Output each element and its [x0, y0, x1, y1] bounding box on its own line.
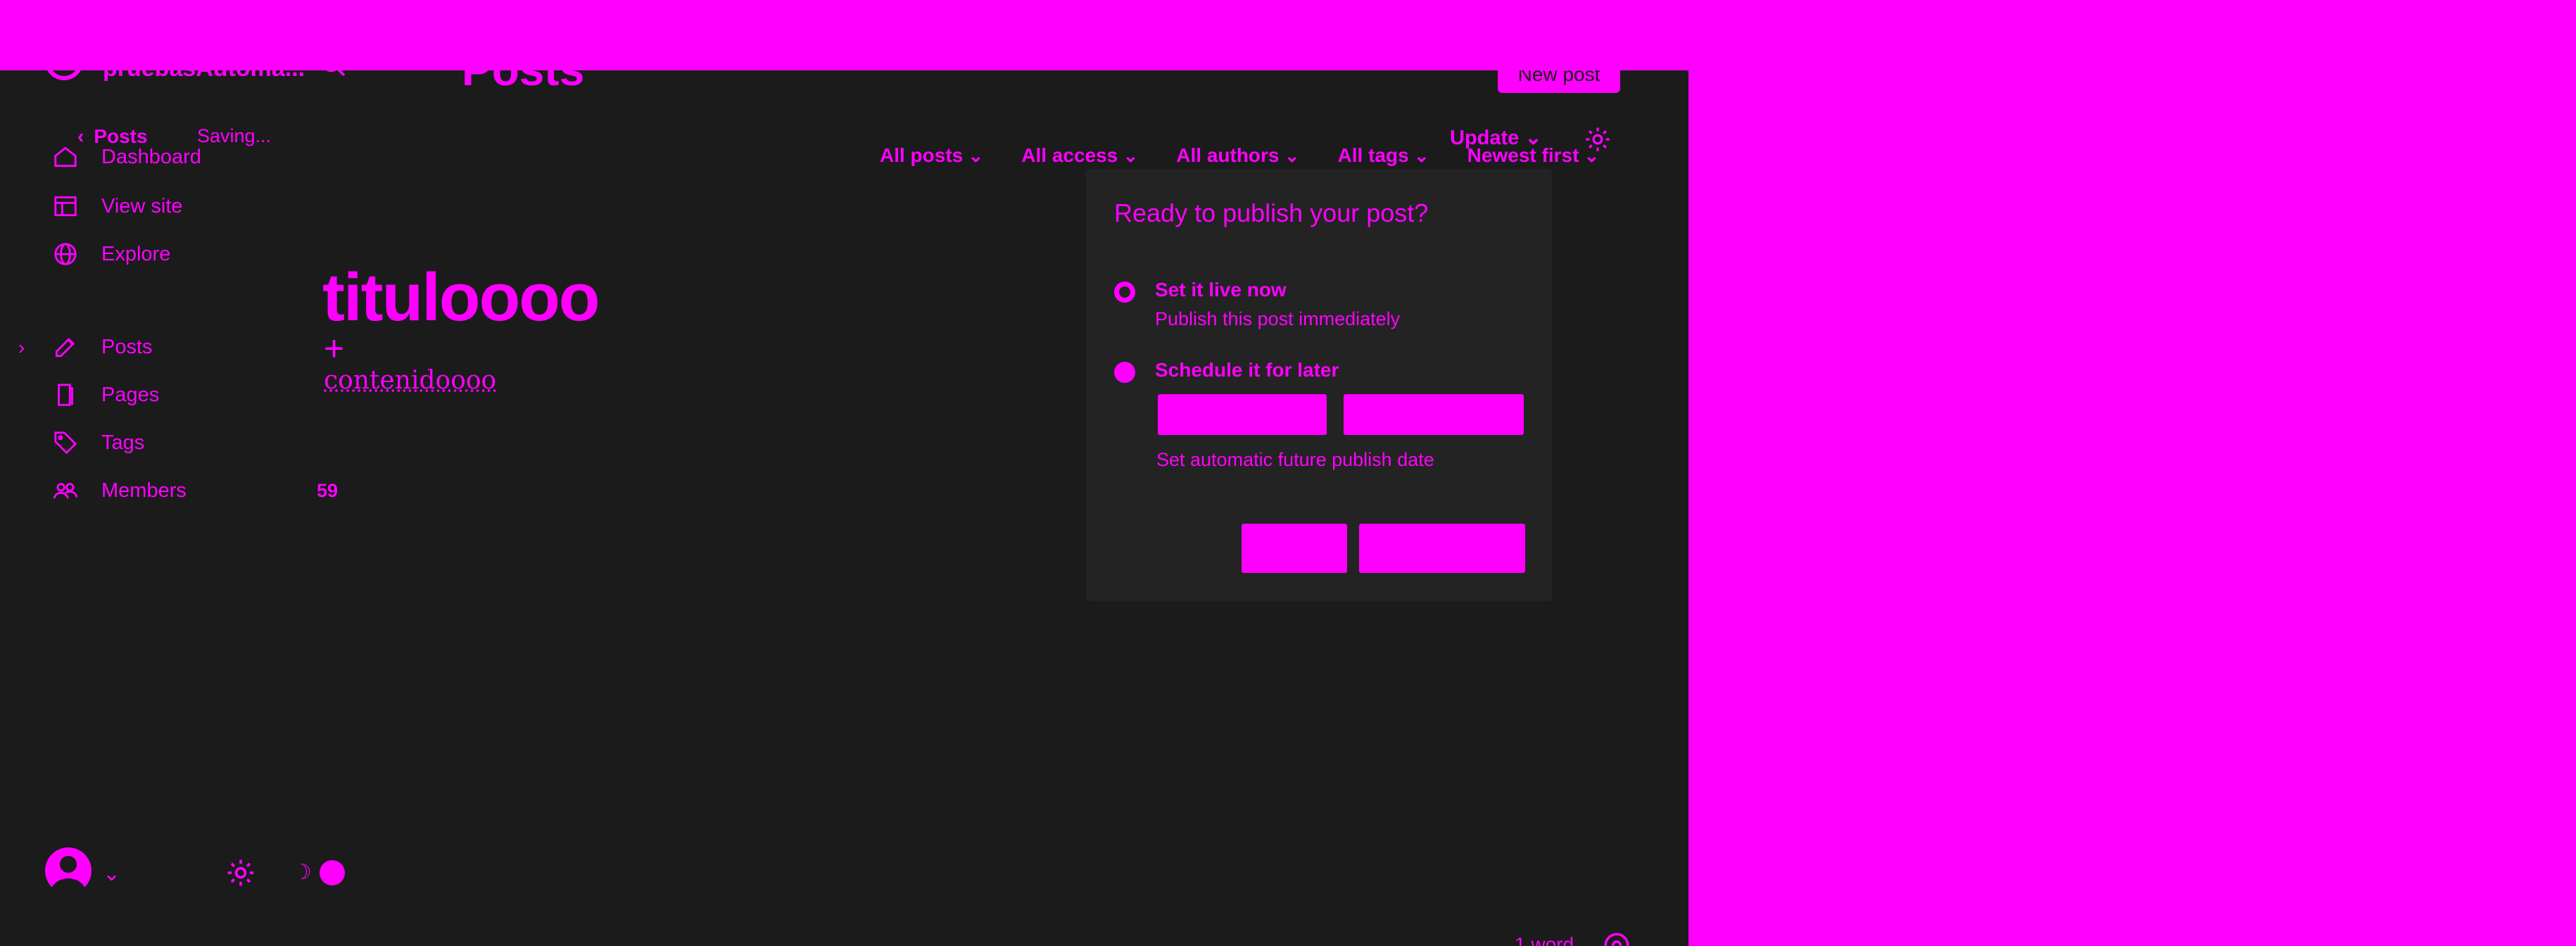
sidebar-item-posts[interactable]: Posts	[52, 334, 153, 360]
radio-selected[interactable]	[1114, 282, 1135, 303]
filter-all-posts[interactable]: All posts	[880, 144, 983, 167]
cancel-button[interactable]	[1242, 524, 1347, 573]
sidebar-item-dashboard[interactable]: Dashboard	[52, 144, 201, 170]
chevron-down-icon[interactable]: ⌄	[103, 862, 120, 886]
option-publish-now[interactable]: Set it live now Publish this post immedi…	[1114, 279, 1400, 330]
publish-button[interactable]	[1359, 524, 1525, 573]
publish-dropdown: Ready to publish your post? Set it live …	[1086, 169, 1552, 601]
schedule-time-input[interactable]	[1344, 394, 1524, 435]
sidebar-item-label: Pages	[101, 383, 160, 406]
moon-icon: ☽	[293, 861, 312, 884]
filter-all-access[interactable]: All access	[1021, 144, 1138, 167]
user-avatar[interactable]	[45, 847, 91, 894]
posts-filter-bar: All posts All access All authors All tag…	[880, 144, 1599, 167]
layout-icon	[54, 196, 77, 217]
dark-mode-toggle[interactable]	[320, 860, 345, 885]
globe-icon	[54, 243, 77, 265]
schedule-date-input[interactable]	[1158, 394, 1327, 435]
post-title-input[interactable]: tituloooo	[322, 259, 600, 336]
chevron-right-icon[interactable]: ›	[18, 336, 25, 359]
sidebar-item-label: Members	[101, 479, 187, 502]
sidebar-item-pages[interactable]: Pages	[52, 381, 159, 408]
filter-all-tags[interactable]: All tags	[1338, 144, 1429, 167]
option-now-description: Publish this post immediately	[1155, 308, 1401, 329]
settings-gear-icon[interactable]	[225, 857, 256, 888]
option-now-title: Set it live now	[1155, 279, 1287, 301]
sidebar-item-label: View site	[101, 194, 183, 217]
save-status: Saving...	[197, 125, 272, 146]
ghost-admin-app: pruebasAutoma... Posts New post ‹ Posts …	[0, 0, 1688, 946]
help-icon[interactable]	[1602, 931, 1631, 946]
option-later-title: Schedule it for later	[1155, 359, 1339, 381]
sidebar-item-members[interactable]: Members	[52, 477, 187, 504]
sort-order[interactable]: Newest first	[1467, 144, 1600, 167]
members-count-badge: 59	[317, 480, 339, 501]
members-icon	[53, 483, 78, 499]
tag-icon	[54, 431, 77, 455]
page-icon	[58, 384, 73, 406]
sidebar-item-view-site[interactable]: View site	[52, 193, 183, 220]
edit-icon	[55, 337, 75, 358]
sidebar-item-label: Dashboard	[101, 145, 201, 168]
post-content-editor[interactable]: contenidoooo	[324, 366, 496, 395]
sidebar-item-label: Tags	[101, 431, 145, 454]
filter-all-authors[interactable]: All authors	[1176, 144, 1299, 167]
publish-title: Ready to publish your post?	[1114, 198, 1429, 227]
sidebar-item-tags[interactable]: Tags	[52, 429, 144, 456]
sidebar-item-explore[interactable]: Explore	[52, 241, 170, 267]
add-card-plus-icon[interactable]: +	[324, 331, 344, 366]
word-count: 1 word	[1515, 933, 1574, 946]
option-schedule-later[interactable]: Schedule it for later	[1114, 359, 1339, 383]
radio-unselected[interactable]	[1114, 362, 1135, 383]
schedule-hint: Set automatic future publish date	[1156, 449, 1434, 470]
top-overlay-bar	[0, 0, 2576, 70]
sidebar-item-label: Posts	[101, 335, 153, 358]
home-icon	[54, 146, 77, 168]
sidebar-item-label: Explore	[101, 242, 171, 265]
